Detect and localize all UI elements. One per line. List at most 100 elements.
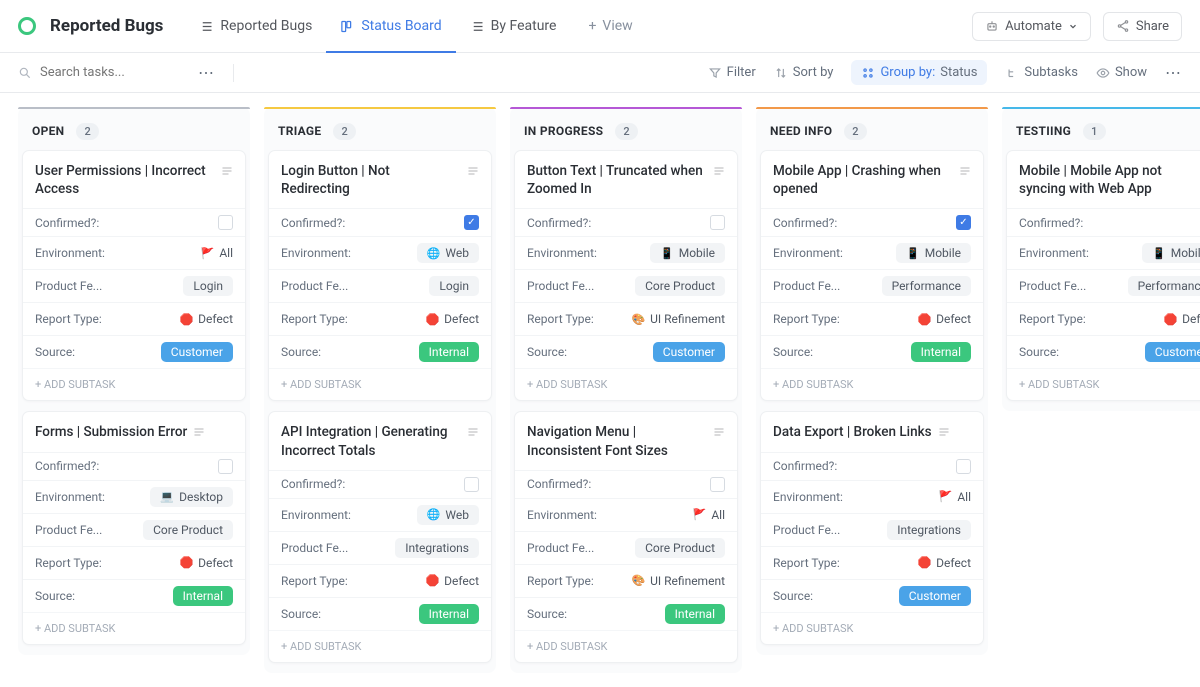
add-view-button[interactable]: + View [574, 8, 646, 44]
tab-reported-bugs[interactable]: Reported Bugs [185, 8, 326, 44]
share-label: Share [1136, 19, 1169, 34]
subtasks-button[interactable]: Subtasks [1005, 65, 1078, 80]
tag-emoji-icon: 📱 [906, 247, 920, 260]
add-subtask-button[interactable]: + ADD SUBTASK [269, 630, 491, 662]
field-product: Product Fe...Performance [1007, 269, 1200, 302]
field-product: Product Fe...Core Product [515, 269, 737, 302]
field-value: Customer [899, 586, 971, 606]
field-value: 🚩All [939, 487, 971, 507]
field-report-type: Report Type:🛑Defect [269, 302, 491, 335]
field-source: Source:Internal [269, 597, 491, 630]
subtasks-icon [1005, 66, 1019, 80]
toolbar-more-icon[interactable]: ⋯ [1165, 63, 1182, 82]
group-by-button[interactable]: Group by: Status [851, 60, 987, 85]
confirmed-checkbox[interactable] [218, 459, 233, 474]
plus-icon: + [588, 18, 596, 34]
description-icon [713, 426, 725, 438]
card-title: Mobile | Mobile App not syncing with Web… [1007, 151, 1200, 208]
column-name: TESTIING [1016, 124, 1071, 138]
add-subtask-button[interactable]: + ADD SUBTASK [269, 368, 491, 400]
field-product: Product Fe...Login [23, 269, 245, 302]
add-subtask-button[interactable]: + ADD SUBTASK [1007, 368, 1200, 400]
description-icon [193, 426, 205, 438]
card-title: Navigation Menu | Inconsistent Font Size… [515, 412, 737, 469]
column-name: TRIAGE [278, 124, 321, 138]
field-source: Source:Internal [23, 579, 245, 612]
search-input[interactable] [40, 65, 180, 80]
add-subtask-button[interactable]: + ADD SUBTASK [515, 368, 737, 400]
app-logo-icon [18, 17, 36, 35]
field-value: 🛑Defect [917, 309, 971, 329]
add-subtask-button[interactable]: + ADD SUBTASK [23, 612, 245, 644]
tag-emoji-icon: 🚩 [201, 247, 215, 260]
field-value: Performance [882, 276, 971, 296]
card-title: Mobile App | Crashing when opened [761, 151, 983, 208]
add-subtask-button[interactable]: + ADD SUBTASK [515, 630, 737, 662]
field-confirmed: Confirmed?: [515, 470, 737, 498]
field-report-type: Report Type:🎨UI Refinement [515, 302, 737, 335]
field-product: Product Fe...Integrations [269, 531, 491, 564]
field-source: Source:Customer [23, 335, 245, 368]
field-source: Source:Customer [515, 335, 737, 368]
chevron-down-icon [1068, 21, 1078, 31]
toolbar: ⋯ Filter Sort by Group by: Status Subtas… [0, 53, 1200, 93]
column-count: 2 [844, 123, 867, 140]
column-name: NEED INFO [770, 124, 832, 138]
sort-label: Sort by [793, 65, 834, 80]
task-card[interactable]: User Permissions | Incorrect AccessConfi… [22, 150, 246, 401]
description-icon [938, 426, 950, 438]
add-subtask-button[interactable]: + ADD SUBTASK [761, 612, 983, 644]
field-environment: Environment:📱Mobile [515, 236, 737, 269]
task-card[interactable]: Button Text | Truncated when Zoomed InCo… [514, 150, 738, 401]
tag-emoji-icon: 💻 [160, 490, 174, 503]
card-title: Data Export | Broken Links [761, 412, 983, 451]
search-icon [18, 66, 32, 80]
field-environment: Environment:🚩All [761, 480, 983, 513]
field-product: Product Fe...Core Product [23, 513, 245, 546]
task-card[interactable]: Mobile App | Crashing when openedConfirm… [760, 150, 984, 401]
field-value: Integrations [395, 538, 479, 558]
add-subtask-button[interactable]: + ADD SUBTASK [761, 368, 983, 400]
group-icon [861, 66, 875, 80]
confirmed-checkbox[interactable] [464, 477, 479, 492]
description-icon [713, 165, 725, 177]
show-button[interactable]: Show [1096, 65, 1147, 80]
share-button[interactable]: Share [1103, 12, 1182, 41]
tab-by-feature[interactable]: By Feature [456, 8, 571, 44]
search-more-icon[interactable]: ⋯ [198, 63, 215, 82]
field-environment: Environment:🚩All [515, 498, 737, 531]
page-title: Reported Bugs [50, 16, 163, 36]
tag-emoji-icon: 🛑 [917, 313, 931, 326]
tag-emoji-icon: 🛑 [917, 556, 931, 569]
task-card[interactable]: API Integration | Generating Incorrect T… [268, 411, 492, 662]
filter-button[interactable]: Filter [708, 65, 756, 80]
confirmed-checkbox[interactable] [710, 215, 725, 230]
add-subtask-button[interactable]: + ADD SUBTASK [23, 368, 245, 400]
tab-label: By Feature [491, 18, 557, 34]
group-by-label: Group by: [880, 65, 935, 80]
field-product: Product Fe...Integrations [761, 513, 983, 546]
robot-icon [985, 19, 999, 33]
field-source: Source:Customer [1007, 335, 1200, 368]
task-card[interactable]: Forms | Submission ErrorConfirmed?:Envir… [22, 411, 246, 644]
confirmed-checkbox[interactable]: ✓ [464, 215, 479, 230]
task-card[interactable]: Data Export | Broken LinksConfirmed?:Env… [760, 411, 984, 644]
confirmed-checkbox[interactable]: ✓ [956, 215, 971, 230]
sort-button[interactable]: Sort by [774, 65, 834, 80]
confirmed-checkbox[interactable] [218, 215, 233, 230]
field-confirmed: Confirmed?:✓ [269, 208, 491, 236]
task-card[interactable]: Login Button | Not RedirectingConfirmed?… [268, 150, 492, 401]
automate-button[interactable]: Automate [972, 12, 1091, 41]
column-count: 2 [333, 123, 356, 140]
task-card[interactable]: Mobile | Mobile App not syncing with Web… [1006, 150, 1200, 401]
confirmed-checkbox[interactable] [710, 477, 725, 492]
field-environment: Environment:📱Mobile [761, 236, 983, 269]
column-need-info: NEED INFO 2 Mobile App | Crashing when ope… [756, 107, 988, 655]
field-confirmed: Confirmed?:✓ [761, 208, 983, 236]
field-confirmed: Confirmed?: [1007, 208, 1200, 236]
task-card[interactable]: Navigation Menu | Inconsistent Font Size… [514, 411, 738, 662]
card-title: Forms | Submission Error [23, 412, 245, 451]
confirmed-checkbox[interactable] [956, 459, 971, 474]
tab-status-board[interactable]: Status Board [326, 8, 455, 44]
tag-emoji-icon: 🚩 [693, 508, 707, 521]
